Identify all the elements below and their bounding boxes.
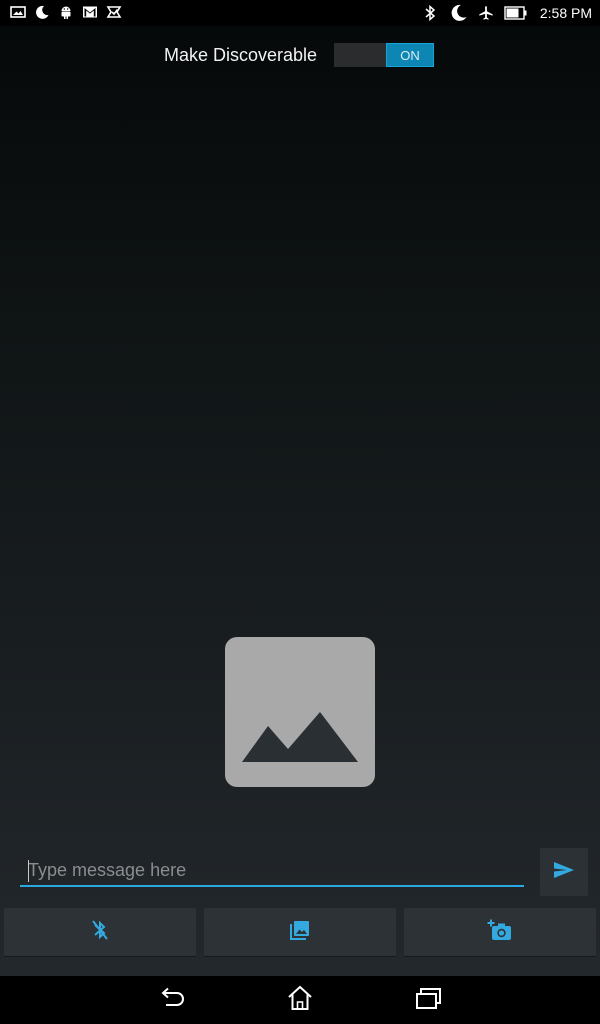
screen: 2:58 PM Make Discoverable ON <box>0 0 600 1024</box>
message-input[interactable] <box>20 855 524 887</box>
add-camera-icon <box>487 918 513 947</box>
battery-icon <box>504 5 528 21</box>
bluetooth-button[interactable] <box>4 908 196 956</box>
home-button[interactable] <box>284 984 316 1016</box>
store-icon <box>106 4 122 20</box>
send-button[interactable] <box>540 848 588 896</box>
app-content: Make Discoverable ON <box>0 26 600 976</box>
back-icon <box>158 986 186 1015</box>
moon-icon <box>448 3 468 23</box>
discoverable-toggle[interactable]: ON <box>334 43 434 67</box>
android-icon <box>58 4 74 20</box>
navigation-bar <box>0 976 600 1024</box>
gmail-icon <box>82 4 98 20</box>
moon-icon <box>34 4 50 20</box>
recent-apps-icon <box>414 986 442 1015</box>
system-icons: 2:58 PM <box>422 3 592 23</box>
image-icon <box>10 4 26 20</box>
send-icon <box>552 860 576 885</box>
discoverable-label: Make Discoverable <box>164 44 318 65</box>
status-bar: 2:58 PM <box>0 0 600 26</box>
bluetooth-off-icon <box>90 918 110 947</box>
notification-icons <box>10 4 122 20</box>
photo-library-icon <box>288 918 312 947</box>
camera-button[interactable] <box>404 908 596 956</box>
bluetooth-icon <box>422 4 438 22</box>
airplane-icon <box>478 5 494 21</box>
recent-apps-button[interactable] <box>412 984 444 1016</box>
image-placeholder-icon <box>225 637 375 787</box>
home-icon <box>286 985 314 1016</box>
gallery-button[interactable] <box>204 908 396 956</box>
text-cursor <box>28 860 29 882</box>
back-button[interactable] <box>156 984 188 1016</box>
clock: 2:58 PM <box>539 5 592 21</box>
discoverable-row: Make Discoverable ON <box>164 43 434 67</box>
toggle-on-label: ON <box>386 43 434 67</box>
